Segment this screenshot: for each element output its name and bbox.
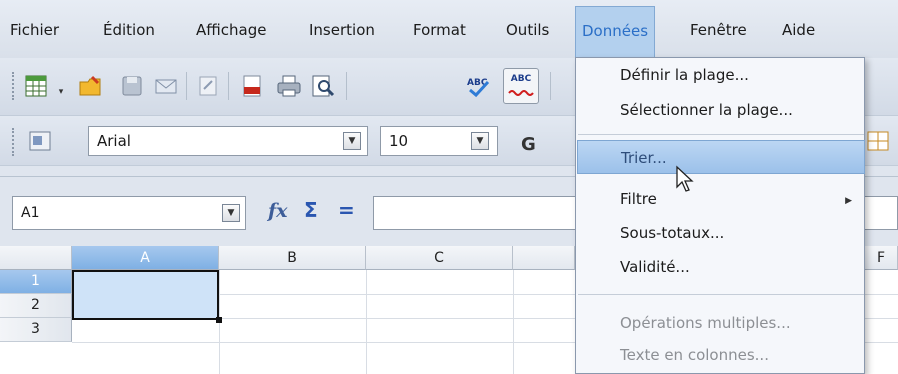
toolbar-separator <box>186 72 187 100</box>
row-header-2[interactable]: 2 <box>0 294 72 318</box>
toolbar-grip[interactable] <box>12 72 15 100</box>
new-document-icon[interactable] <box>24 74 48 98</box>
open-folder-icon[interactable] <box>78 74 102 98</box>
menu-fichier[interactable]: Fichier <box>10 18 59 42</box>
toolbar-separator <box>346 72 347 100</box>
gridline <box>366 270 367 374</box>
cell-reference: A1 <box>21 205 40 221</box>
column-header-f[interactable]: F <box>865 246 898 270</box>
menu-separator <box>578 134 864 135</box>
menu-donnees[interactable]: Données <box>575 6 656 58</box>
bold-button[interactable]: G <box>521 134 536 155</box>
print-preview-icon[interactable] <box>310 74 335 98</box>
menu-affichage[interactable]: Affichage <box>196 18 266 42</box>
auto-spellcheck-label: ABC <box>510 74 532 84</box>
toolbar-separator <box>550 72 551 100</box>
column-header-b[interactable]: B <box>219 246 366 270</box>
borders-icon[interactable] <box>866 129 890 153</box>
menu-insertion[interactable]: Insertion <box>309 18 375 42</box>
menu-item-validite[interactable]: Validité... <box>620 258 690 276</box>
menu-item-trier[interactable]: Trier... <box>577 140 865 174</box>
toolbar-separator <box>228 72 229 100</box>
email-icon[interactable] <box>154 74 178 98</box>
menu-item-filtre[interactable]: Filtre <box>620 190 657 208</box>
menu-item-selectionner-plage[interactable]: Sélectionner la plage... <box>620 101 793 119</box>
selected-cell-a1[interactable] <box>72 270 222 323</box>
function-wizard-icon[interactable]: fx <box>268 200 288 222</box>
menu-outils[interactable]: Outils <box>506 18 549 42</box>
column-header-a[interactable]: A <box>72 246 219 270</box>
gridline <box>513 270 514 374</box>
sum-icon[interactable]: Σ <box>304 198 318 222</box>
column-header-c[interactable]: C <box>366 246 513 270</box>
font-name-value: Arial <box>97 132 131 150</box>
menu-item-sous-totaux[interactable]: Sous-totaux... <box>620 224 724 242</box>
row-header-3[interactable]: 3 <box>0 318 72 342</box>
styles-icon[interactable] <box>28 129 52 153</box>
font-size-value: 10 <box>389 132 409 150</box>
menu-item-texte-en-colonnes: Texte en colonnes... <box>620 346 769 364</box>
submenu-arrow-icon: ▶ <box>845 196 852 206</box>
menu-format[interactable]: Format <box>413 18 466 42</box>
chevron-down-icon[interactable]: ▼ <box>222 204 240 222</box>
select-all-corner[interactable] <box>0 246 72 270</box>
chevron-down-icon[interactable]: ▼ <box>471 132 489 150</box>
menu-separator <box>578 294 864 295</box>
menu-bar: Fichier Édition Affichage Insertion Form… <box>0 0 898 58</box>
menu-fenetre[interactable]: Fenêtre <box>690 18 747 42</box>
formula-icon[interactable]: = <box>338 198 355 222</box>
squiggle-icon <box>508 90 534 96</box>
print-icon[interactable] <box>276 74 301 98</box>
menu-edition[interactable]: Édition <box>103 18 155 42</box>
toolbar-grip[interactable] <box>12 128 15 156</box>
auto-spellcheck-button[interactable]: ABC <box>503 68 539 104</box>
chevron-down-icon[interactable]: ▼ <box>343 132 361 150</box>
new-dropdown-icon[interactable]: ▾ <box>52 84 70 102</box>
data-menu-dropdown: Définir la plage... Sélectionner la plag… <box>575 57 865 374</box>
row-header-1[interactable]: 1 <box>0 270 72 294</box>
export-pdf-icon[interactable] <box>240 74 264 98</box>
menu-item-operations-multiples: Opérations multiples... <box>620 314 791 332</box>
save-icon[interactable] <box>120 74 144 98</box>
edit-document-icon[interactable] <box>196 74 220 98</box>
menu-item-definir-plage[interactable]: Définir la plage... <box>620 66 749 84</box>
column-header-d[interactable] <box>513 246 575 270</box>
mouse-pointer-icon <box>676 165 694 192</box>
font-name-combobox[interactable]: Arial <box>88 126 368 156</box>
name-box[interactable]: A1 <box>12 196 246 230</box>
menu-aide[interactable]: Aide <box>782 18 815 42</box>
spellcheck-icon[interactable]: ABC <box>466 74 490 98</box>
